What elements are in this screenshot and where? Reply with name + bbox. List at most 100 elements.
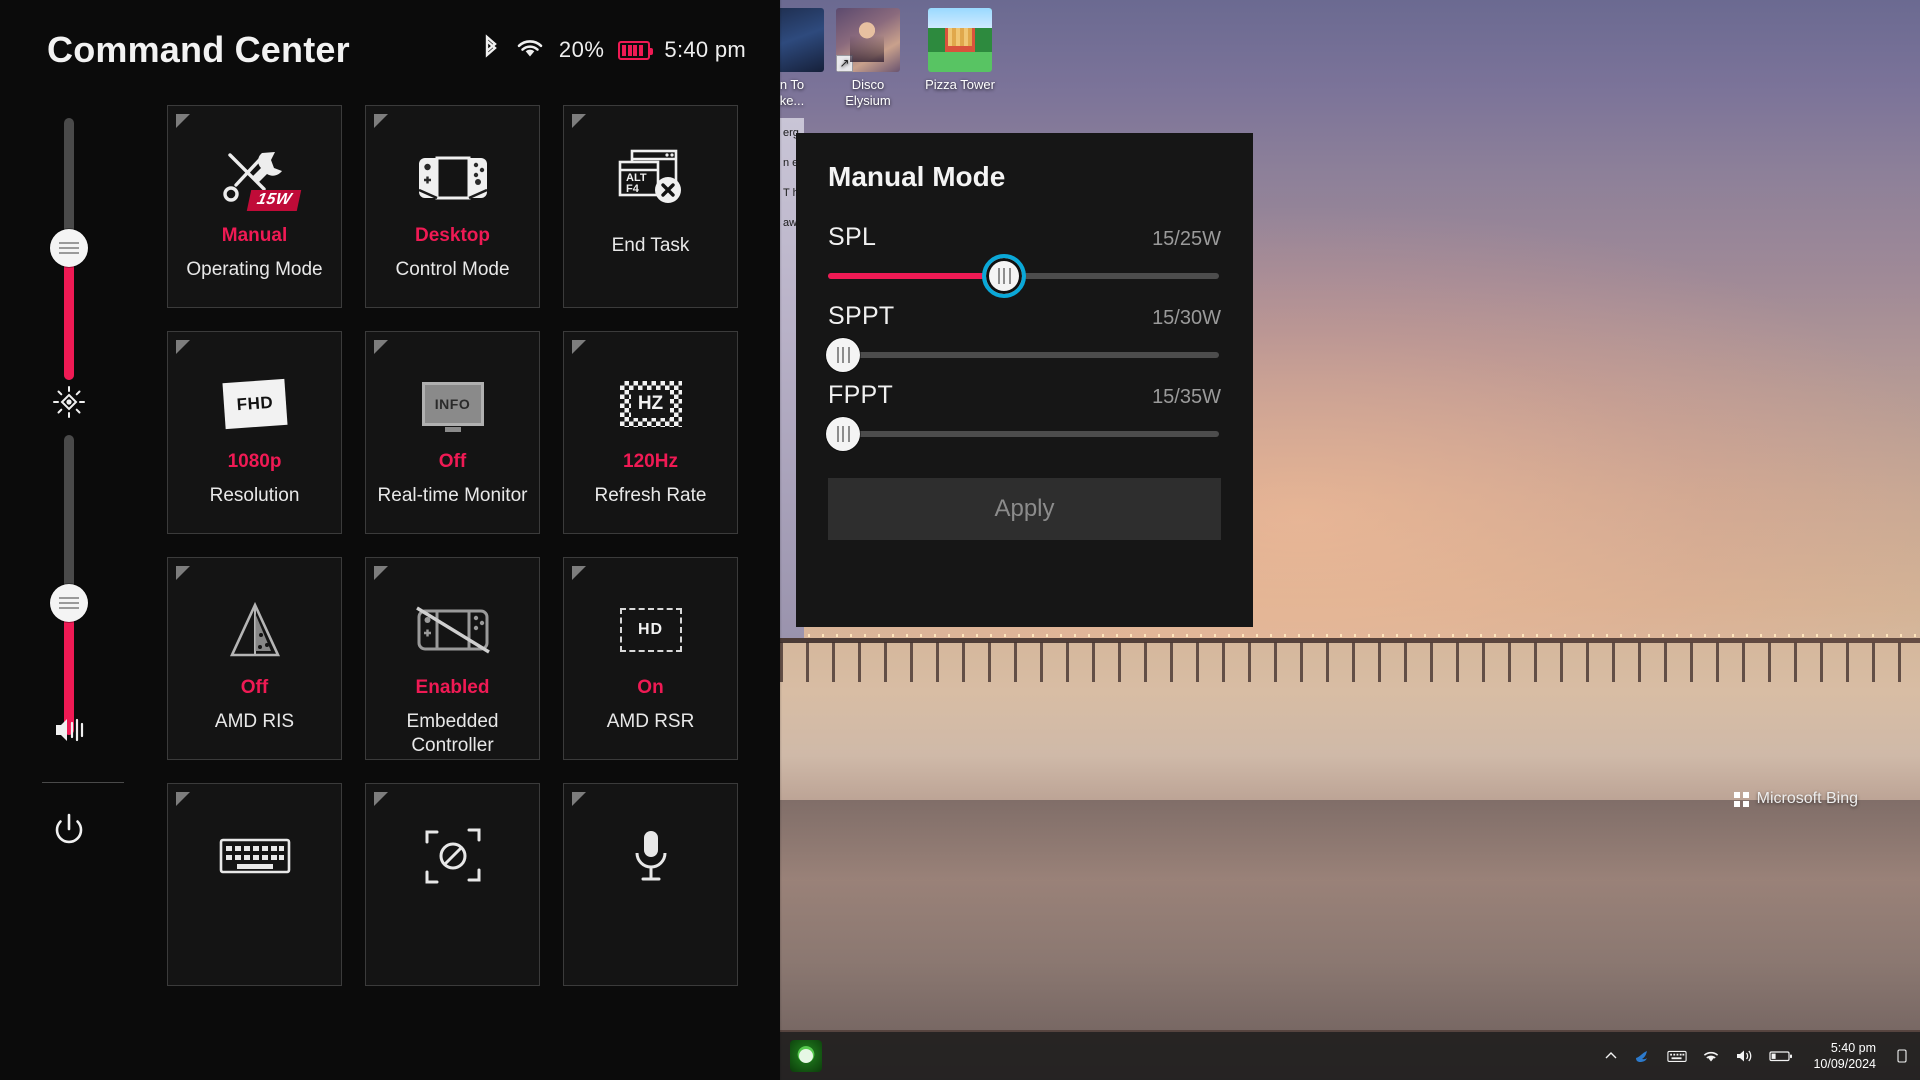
slider-row-sppt: SPPT 15/30W (828, 302, 1221, 331)
tile-label: Operating Mode (186, 259, 323, 280)
desktop-icon-disco-elysium[interactable]: ↗ Disco Elysium (820, 8, 916, 109)
slider-row-fppt: FPPT 15/35W (828, 381, 1221, 410)
slider-thumb-sppt[interactable] (826, 338, 860, 372)
handheld-icon (415, 142, 491, 214)
tile-resolution[interactable]: FHD 1080p Resolution (167, 331, 342, 534)
tile-microphone[interactable] (563, 783, 738, 986)
battery-percent: 20% (558, 37, 605, 62)
slider-row-spl: SPL 15/25W (828, 223, 1221, 252)
shortcut-arrow-icon: ↗ (836, 55, 853, 72)
clock-time: 5:40 pm (664, 37, 746, 62)
tile-amd-rsr[interactable]: HD On AMD RSR (563, 557, 738, 760)
wifi-icon (515, 36, 545, 65)
amd-ris-icon (224, 594, 286, 666)
bridge-deck (780, 638, 1920, 643)
microphone-mute-icon (629, 820, 673, 892)
tile-label: AMD RSR (606, 711, 695, 732)
tile-label: AMD RIS (214, 711, 295, 732)
slider-spl[interactable] (828, 252, 1221, 300)
slider-value-fppt: 15/35W (1152, 386, 1221, 408)
tile-end-task[interactable]: ALT F4 End Task (563, 105, 738, 308)
bridge-lights (780, 634, 1920, 637)
brightness-icon (47, 380, 91, 424)
keyboard-icon[interactable] (1667, 1046, 1688, 1066)
svg-text:F4: F4 (626, 183, 640, 195)
tile-screenshot[interactable] (365, 783, 540, 986)
watermark-label: Microsoft Bing (1756, 790, 1858, 807)
tile-label: Control Mode (395, 259, 510, 280)
tile-grid: 15W Manual Operating Mode Desktop Contro… (167, 105, 757, 986)
end-task-icon: ALT F4 (616, 142, 686, 214)
taskbar-clock[interactable]: 5:40 pm 10/09/2024 (1807, 1040, 1882, 1072)
power-badge: 15W (246, 190, 302, 211)
tile-label: Embedded Controller (406, 711, 499, 756)
windows-taskbar: 5:40 pm 10/09/2024 (780, 1032, 1920, 1080)
tile-label: Resolution (209, 485, 300, 506)
status-area: 20% 5:40 pm (481, 33, 746, 67)
bridge-piers (780, 642, 1920, 682)
tile-embedded-controller[interactable]: Enabled Embedded Controller (365, 557, 540, 760)
tile-value: On (637, 677, 664, 698)
battery-icon (618, 40, 654, 60)
tile-value: Desktop (415, 225, 490, 246)
command-center-header: Command Center 20% 5:40 pm (0, 0, 780, 100)
slider-value-spl: 15/25W (1152, 228, 1221, 250)
slider-thumb-fppt[interactable] (826, 417, 860, 451)
taskbar-app-icon[interactable] (790, 1040, 822, 1072)
tools-15w-icon: 15W (218, 142, 302, 214)
manual-mode-dialog: Manual Mode SPL 15/25W SPPT 15/30W FPPT … (796, 133, 1253, 627)
slider-track (828, 352, 1219, 358)
brightness-slider-thumb[interactable] (50, 229, 88, 267)
tile-value: 120Hz (623, 451, 678, 472)
bing-watermark: Microsoft Bing (1733, 790, 1858, 808)
power-icon[interactable] (47, 808, 91, 852)
taskbar-apps (790, 1040, 822, 1072)
tile-real-time-monitor[interactable]: INFO Off Real-time Monitor (365, 331, 540, 534)
notification-icon[interactable] (1896, 1048, 1908, 1064)
dialog-title: Manual Mode (828, 161, 1006, 192)
slider-label-sppt: SPPT (828, 302, 895, 330)
slider-thumb-spl[interactable] (982, 254, 1026, 298)
tile-control-mode[interactable]: Desktop Control Mode (365, 105, 540, 308)
volume-icon (47, 708, 91, 752)
desktop-icon-thumb: ↗ (836, 8, 900, 72)
desktop-icon-label: Disco Elysium (845, 77, 891, 108)
tile-label: Refresh Rate (594, 485, 707, 506)
taskbar-clock-time: 5:40 pm (1830, 1041, 1876, 1055)
volume-slider-thumb[interactable] (50, 584, 88, 622)
info-icon: INFO (421, 368, 484, 440)
fhd-icon: FHD (221, 368, 288, 440)
speaker-icon[interactable] (1735, 1048, 1755, 1064)
tile-value: 1080p (227, 451, 282, 472)
chevron-up-icon[interactable] (1603, 1048, 1619, 1064)
slider-fill (828, 273, 1004, 279)
rail-divider (42, 782, 124, 783)
page-title: Command Center (47, 29, 350, 70)
bridge (780, 628, 1920, 684)
tile-amd-ris[interactable]: Off AMD RIS (167, 557, 342, 760)
left-rail (0, 100, 160, 1080)
apply-button[interactable]: Apply (828, 478, 1221, 540)
desktop-icon-pizza-tower[interactable]: Pizza Tower (912, 8, 1008, 93)
slider-track (828, 431, 1219, 437)
tile-value: Manual (221, 225, 288, 246)
slider-fppt[interactable] (826, 410, 1221, 458)
battery-icon[interactable] (1769, 1049, 1793, 1063)
desktop-icon-thumb (928, 8, 992, 72)
dolphin-icon[interactable] (1633, 1046, 1653, 1066)
slider-label-spl: SPL (828, 223, 877, 251)
screenshot-icon (424, 820, 482, 892)
taskbar-clock-date: 10/09/2024 (1813, 1057, 1876, 1071)
tile-keyboard[interactable] (167, 783, 342, 986)
bing-logo-icon (1733, 791, 1749, 807)
tile-operating-mode[interactable]: 15W Manual Operating Mode (167, 105, 342, 308)
command-center-panel: Command Center 20% 5:40 pm 15W Manual Op… (0, 0, 780, 1080)
slider-sppt[interactable] (826, 331, 1221, 379)
slider-value-sppt: 15/30W (1152, 307, 1221, 329)
screen: Microsoft Bing ↗ n Toke... ↗ DiscoElysiu… (0, 0, 1920, 1080)
tile-value: Off (438, 451, 467, 472)
tile-refresh-rate[interactable]: HZ 120Hz Refresh Rate (563, 331, 738, 534)
bluetooth-icon (481, 33, 501, 67)
brightness-slider-fill (64, 248, 74, 380)
wifi-icon[interactable] (1701, 1048, 1721, 1064)
